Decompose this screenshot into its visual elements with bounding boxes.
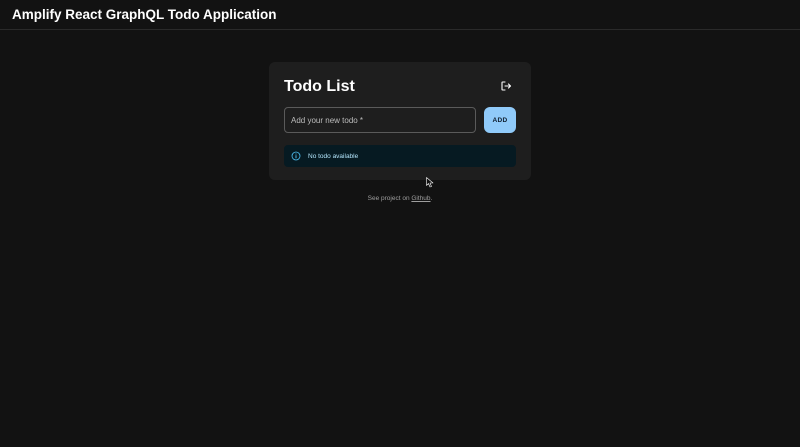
mouse-cursor-icon <box>426 177 434 188</box>
footer: See project on Github. <box>0 195 800 202</box>
todo-card: Todo List ADD No todo available <box>269 62 531 180</box>
footer-prefix: See project on <box>367 195 412 202</box>
github-link[interactable]: Github <box>411 195 430 202</box>
app-title: Amplify React GraphQL Todo Application <box>12 7 277 22</box>
todo-input-field <box>284 107 476 133</box>
logout-icon <box>501 81 512 91</box>
info-icon <box>291 151 301 161</box>
logout-button[interactable] <box>497 77 515 95</box>
footer-suffix: . <box>430 195 433 202</box>
card-title: Todo List <box>284 78 355 95</box>
empty-todo-alert: No todo available <box>284 145 516 167</box>
todo-input[interactable] <box>285 108 475 132</box>
app-bar: Amplify React GraphQL Todo Application <box>0 0 800 30</box>
add-todo-button[interactable]: ADD <box>484 107 516 133</box>
alert-message: No todo available <box>308 152 359 160</box>
